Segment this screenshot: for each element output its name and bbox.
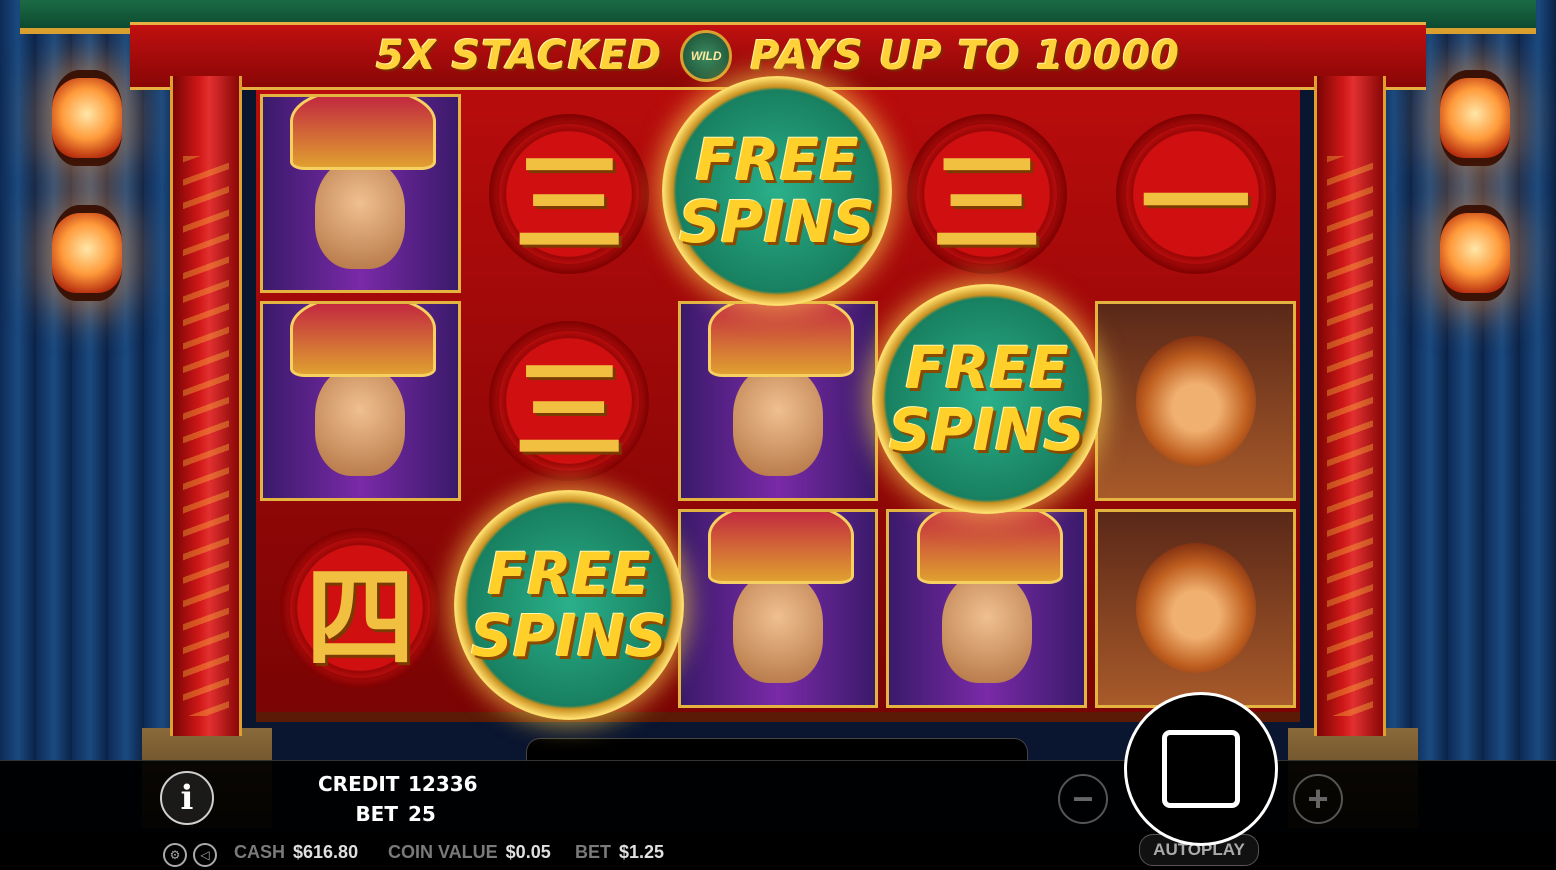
monk-symbol bbox=[886, 508, 1088, 708]
three-glyph: 三 bbox=[514, 138, 625, 268]
free-spins-line2: SPINS bbox=[888, 396, 1086, 464]
coin-value-display: COIN VALUE $0.05 bbox=[388, 842, 551, 863]
cash-display: CASH $616.80 bbox=[234, 842, 358, 863]
total-bet-label: BET bbox=[575, 842, 611, 862]
free-spins-line2: SPINS bbox=[470, 602, 668, 670]
credit-value: 12336 bbox=[408, 772, 478, 796]
sound-icon[interactable]: ◁ bbox=[193, 843, 217, 867]
free-spins-line1: FREE bbox=[695, 126, 859, 194]
wild-coin-icon: WILD bbox=[680, 30, 733, 82]
free-spins-line1: FREE bbox=[905, 334, 1069, 402]
monkey-king-symbol bbox=[1095, 508, 1296, 708]
free-spins-scatter: FREE SPINS bbox=[662, 76, 892, 306]
three-symbol: 三 bbox=[465, 297, 674, 504]
one-glyph: 一 bbox=[1140, 138, 1251, 268]
total-bet-display: BET $1.25 bbox=[575, 842, 664, 863]
bet-value: 25 bbox=[408, 802, 436, 826]
credit-display: CREDIT 12336 bbox=[318, 772, 478, 796]
lantern-icon bbox=[52, 70, 122, 166]
stop-spin-button[interactable] bbox=[1124, 692, 1278, 846]
increase-bet-button[interactable]: + bbox=[1293, 774, 1343, 824]
pillar-right bbox=[1314, 76, 1386, 736]
three-symbol: 三 bbox=[882, 90, 1091, 297]
coin-value: $0.05 bbox=[505, 842, 551, 862]
free-spins-line2: SPINS bbox=[678, 188, 876, 256]
total-bet-value: $1.25 bbox=[619, 842, 665, 862]
one-symbol: 一 bbox=[1091, 90, 1300, 297]
stop-icon bbox=[1162, 730, 1240, 808]
free-spins-scatter: FREE SPINS bbox=[872, 284, 1102, 514]
cash-value: $616.80 bbox=[293, 842, 359, 862]
coin-value-label: COIN VALUE bbox=[388, 842, 498, 862]
three-glyph: 三 bbox=[514, 345, 625, 475]
four-symbol: 四 bbox=[256, 505, 465, 712]
lantern-icon bbox=[1440, 70, 1510, 166]
lantern-icon bbox=[52, 205, 122, 301]
settings-icon[interactable]: ⚙ bbox=[163, 843, 187, 867]
banner-right-text: PAYS UP TO 10000 bbox=[750, 33, 1180, 79]
banner-left-text: 5X STACKED bbox=[375, 33, 663, 79]
info-button[interactable]: i bbox=[160, 771, 214, 825]
bet-label: BET bbox=[355, 802, 398, 826]
pillar-left bbox=[170, 76, 242, 736]
three-symbol: 三 bbox=[465, 90, 674, 297]
monk-symbol bbox=[260, 94, 461, 294]
cash-label: CASH bbox=[234, 842, 286, 862]
free-spins-line1: FREE bbox=[487, 540, 651, 608]
monkey-king-symbol bbox=[1095, 301, 1296, 501]
decrease-bet-button[interactable]: − bbox=[1058, 774, 1108, 824]
three-glyph: 三 bbox=[931, 138, 1042, 268]
monk-symbol bbox=[677, 508, 879, 708]
monk-symbol bbox=[677, 301, 879, 501]
bet-display: BET 25 bbox=[318, 802, 436, 826]
free-spins-scatter: FREE SPINS bbox=[454, 490, 684, 720]
monk-symbol bbox=[260, 301, 461, 501]
lantern-icon bbox=[1440, 205, 1510, 301]
four-glyph: 四 bbox=[305, 553, 416, 683]
credit-label: CREDIT bbox=[318, 772, 400, 796]
